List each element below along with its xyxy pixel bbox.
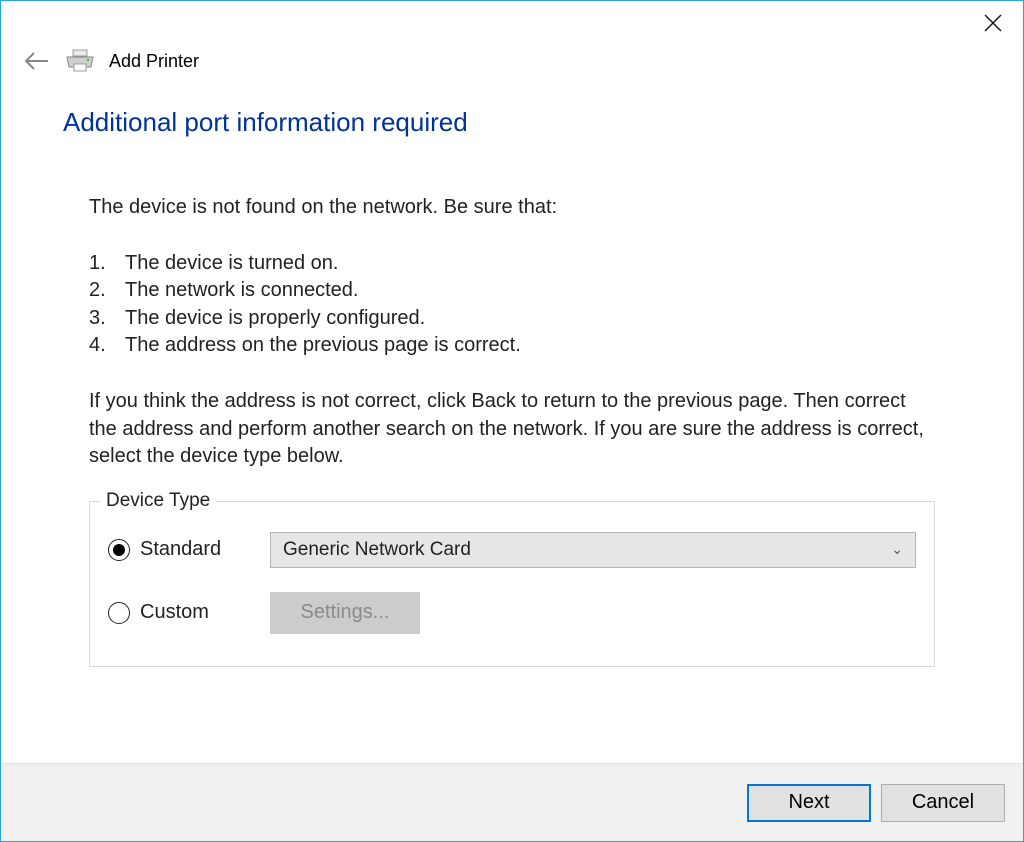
add-printer-wizard-window: Add Printer Additional port information … bbox=[0, 0, 1024, 842]
intro-text: The device is not found on the network. … bbox=[89, 194, 935, 222]
wizard-title: Add Printer bbox=[109, 51, 199, 72]
wizard-body: Additional port information required The… bbox=[1, 73, 1023, 763]
radio-standard[interactable]: Standard bbox=[108, 536, 248, 564]
radio-empty-icon bbox=[108, 602, 130, 624]
list-item: 1.The device is turned on. bbox=[89, 250, 935, 278]
radio-dot-icon bbox=[108, 539, 130, 561]
standard-row: Standard Generic Network Card ⌄ bbox=[108, 532, 916, 568]
radio-custom[interactable]: Custom bbox=[108, 599, 248, 627]
titlebar bbox=[1, 1, 1023, 45]
list-item: 4.The address on the previous page is co… bbox=[89, 332, 935, 360]
device-type-legend: Device Type bbox=[100, 488, 216, 514]
close-icon[interactable] bbox=[983, 13, 1003, 33]
device-type-select[interactable]: Generic Network Card ⌄ bbox=[270, 532, 916, 568]
radio-standard-label: Standard bbox=[140, 536, 221, 564]
printer-icon bbox=[65, 49, 95, 73]
checklist: 1.The device is turned on. 2.The network… bbox=[89, 250, 935, 360]
list-item: 3.The device is properly configured. bbox=[89, 305, 935, 333]
list-item: 2.The network is connected. bbox=[89, 277, 935, 305]
radio-custom-label: Custom bbox=[140, 599, 209, 627]
select-value: Generic Network Card bbox=[283, 537, 471, 563]
wizard-header: Add Printer bbox=[1, 45, 1023, 73]
next-button[interactable]: Next bbox=[747, 784, 871, 822]
back-arrow-icon[interactable] bbox=[23, 50, 51, 72]
wizard-footer: Next Cancel bbox=[1, 763, 1023, 841]
page-heading: Additional port information required bbox=[63, 107, 961, 138]
settings-button: Settings... bbox=[270, 592, 420, 634]
page-content: The device is not found on the network. … bbox=[63, 194, 961, 667]
custom-row: Custom Settings... bbox=[108, 592, 916, 634]
chevron-down-icon: ⌄ bbox=[891, 540, 903, 559]
cancel-button[interactable]: Cancel bbox=[881, 784, 1005, 822]
instruction-text: If you think the address is not correct,… bbox=[89, 388, 935, 471]
device-type-group: Device Type Standard Generic Network Car… bbox=[89, 501, 935, 667]
